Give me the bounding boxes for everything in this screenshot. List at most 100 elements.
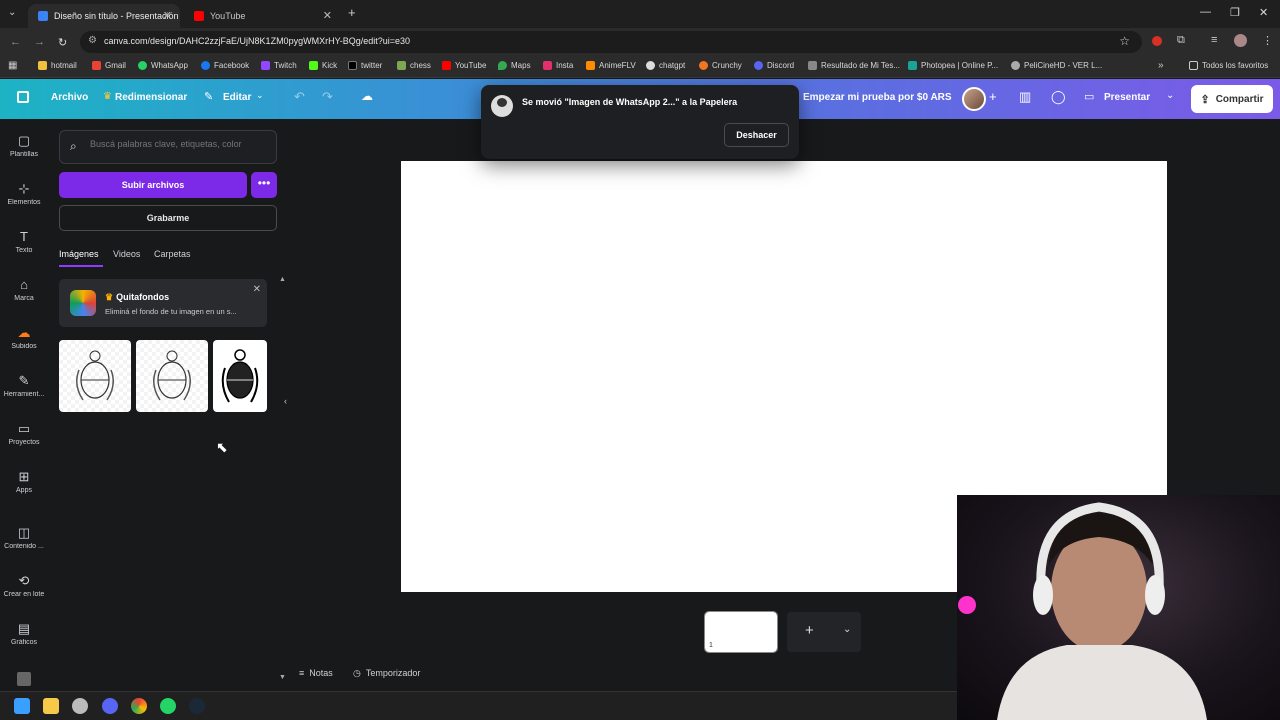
forward-icon[interactable]: → <box>34 36 45 48</box>
bookmark-facebook[interactable]: Facebook <box>201 61 249 70</box>
resize-button[interactable]: Redimensionar <box>115 92 187 103</box>
new-tab-button[interactable]: + <box>348 5 356 20</box>
timer-button[interactable]: ◷ Temporizador <box>353 668 420 679</box>
tab-images[interactable]: Imágenes <box>59 249 99 259</box>
edit-menu-button[interactable]: Editar <box>223 92 251 103</box>
windows-start-icon[interactable] <box>14 698 30 714</box>
media-controls-icon[interactable]: ≡ <box>1211 34 1217 46</box>
close-window-icon[interactable]: ✕ <box>1259 6 1268 19</box>
bookmark-hotmail[interactable]: hotmail <box>38 61 77 70</box>
bookmark-twitch[interactable]: Twitch <box>261 61 297 70</box>
file-explorer-icon[interactable] <box>43 698 59 714</box>
site-info-icon[interactable]: ⚙ <box>88 35 97 46</box>
bookmark-gmail[interactable]: Gmail <box>92 61 126 70</box>
background-remover-promo[interactable]: ♛ Quitafondos Eliminá el fondo de tu imag… <box>59 279 267 327</box>
bookmark-whatsapp[interactable]: WhatsApp <box>138 61 188 70</box>
start-trial-button[interactable]: Empezar mi prueba por $0 ARS <box>803 92 952 103</box>
notes-button[interactable]: ≡ Notas <box>299 668 333 678</box>
extensions-puzzle-icon[interactable]: ⧉ <box>1177 34 1185 47</box>
extension-icon[interactable] <box>1152 36 1162 46</box>
browser-menu-icon[interactable]: ⋮ <box>1262 34 1273 47</box>
settings-icon[interactable] <box>72 698 88 714</box>
profile-avatar[interactable] <box>1234 34 1247 47</box>
restore-icon[interactable]: ❐ <box>1230 6 1240 19</box>
search-input[interactable] <box>90 139 270 149</box>
bookmark-resultado[interactable]: Resultado de Mi Tes... <box>808 61 900 70</box>
scroll-down-icon[interactable]: ▼ <box>279 674 286 681</box>
tab-folders[interactable]: Carpetas <box>154 249 191 259</box>
bookmark-pelicinehd[interactable]: PeliCineHD - VER L... <box>1011 61 1102 70</box>
rail-projects[interactable]: ▭ Proyectos <box>0 421 48 446</box>
whatsapp-icon[interactable] <box>160 698 176 714</box>
cloud-saved-icon[interactable]: ☁ <box>361 89 373 103</box>
rail-bulk-create[interactable]: ⟲ Crear en lote <box>0 573 48 598</box>
share-button[interactable]: ⇪ Compartir <box>1191 85 1273 113</box>
tab-search-icon[interactable]: ⌄ <box>8 7 16 18</box>
bookmark-maps[interactable]: Maps <box>498 61 531 70</box>
bookmark-kick[interactable]: Kick <box>309 61 337 70</box>
bookmark-star-icon[interactable]: ☆ <box>1119 34 1130 48</box>
chrome-icon[interactable] <box>131 698 147 714</box>
search-box[interactable]: ⌕ <box>59 130 277 164</box>
rail-charts[interactable]: ▤ Gráficos <box>0 621 48 646</box>
close-tab-icon[interactable]: ✕ <box>323 9 332 22</box>
scroll-up-icon[interactable]: ▲ <box>279 276 286 283</box>
tab-videos[interactable]: Videos <box>113 249 140 259</box>
bookmark-twitter[interactable]: twitter <box>348 61 382 70</box>
menu-toggle-icon[interactable] <box>17 91 29 103</box>
maps-icon <box>498 61 507 70</box>
steam-icon[interactable] <box>189 698 205 714</box>
rail-tools[interactable]: ✎ Herramient... <box>0 373 48 398</box>
comments-icon[interactable]: ◯ <box>1051 89 1066 105</box>
uploaded-image-thumbnail[interactable] <box>213 340 267 412</box>
apps-grid-icon[interactable]: ▦ <box>8 60 17 71</box>
bookmark-discord[interactable]: Discord <box>754 61 794 70</box>
rail-text[interactable]: T Texto <box>0 229 48 254</box>
all-favorites[interactable]: Todos los favoritos <box>1189 61 1268 70</box>
rail-templates[interactable]: ▢ Plantillas <box>0 133 48 158</box>
collapse-panel-icon[interactable]: ‹ <box>284 396 287 406</box>
rail-apps[interactable]: ⊞ Apps <box>0 469 48 494</box>
upload-files-button[interactable]: Subir archivos <box>59 172 247 198</box>
omnibox[interactable]: ⚙ canva.com/design/DAHC2zzjFaE/UjN8K1ZM0… <box>80 31 1142 53</box>
page-thumbnail[interactable]: 1 <box>704 611 778 653</box>
minimize-icon[interactable]: — <box>1200 6 1211 18</box>
bookmark-photopea[interactable]: Photopea | Online P... <box>908 61 998 70</box>
uploaded-image-thumbnail[interactable] <box>136 340 208 412</box>
bookmark-chatgpt[interactable]: chatgpt <box>646 61 685 70</box>
tab-canva[interactable]: Diseño sin título - Presentación ✕ <box>28 4 180 28</box>
bookmark-chess[interactable]: chess <box>397 61 431 70</box>
bookmark-youtube[interactable]: YouTube <box>442 61 486 70</box>
present-options-icon[interactable]: ⌄ <box>1166 90 1174 101</box>
rail-elements[interactable]: ⊹ Elementos <box>0 181 48 206</box>
user-avatar[interactable] <box>962 87 986 111</box>
tab-youtube[interactable]: YouTube ✕ <box>184 4 340 28</box>
discord-icon <box>754 61 763 70</box>
file-menu-button[interactable]: Archivo <box>51 92 88 103</box>
redo-icon[interactable]: ↷ <box>322 89 333 105</box>
present-button[interactable]: Presentar <box>1104 92 1150 103</box>
bookmark-animeflv[interactable]: AnimeFLV <box>586 61 636 70</box>
back-icon[interactable]: ← <box>10 36 21 48</box>
undo-icon[interactable]: ↶ <box>294 89 305 105</box>
close-icon[interactable]: ✕ <box>253 284 261 295</box>
undo-button[interactable]: Deshacer <box>724 123 789 147</box>
uploaded-image-thumbnail[interactable] <box>59 340 131 412</box>
more-options-button[interactable]: ••• <box>251 172 277 198</box>
rail-uploads[interactable]: ☁ Subidos <box>0 325 48 350</box>
bookmark-crunchy[interactable]: Crunchy <box>699 61 742 70</box>
add-collaborator-icon[interactable]: + <box>989 89 997 104</box>
more-bookmarks-icon[interactable]: » <box>1158 60 1164 71</box>
add-page-button[interactable]: + ⌄ <box>787 612 861 652</box>
analytics-icon[interactable]: ▥ <box>1019 89 1031 105</box>
rail-content[interactable]: ◫ Contenido ... <box>0 525 48 550</box>
reload-icon[interactable]: ↻ <box>58 36 67 49</box>
close-tab-icon[interactable]: ✕ <box>163 9 172 22</box>
bookmark-insta[interactable]: Insta <box>543 61 573 70</box>
panel-scrollbar[interactable]: ▲ ▼ <box>279 276 286 689</box>
chevron-down-icon[interactable]: ⌄ <box>843 624 851 635</box>
rail-app-icon[interactable] <box>17 672 31 686</box>
record-yourself-button[interactable]: Grabarme <box>59 205 277 231</box>
rail-brand[interactable]: ⌂ Marca <box>0 277 48 302</box>
discord-icon[interactable] <box>102 698 118 714</box>
